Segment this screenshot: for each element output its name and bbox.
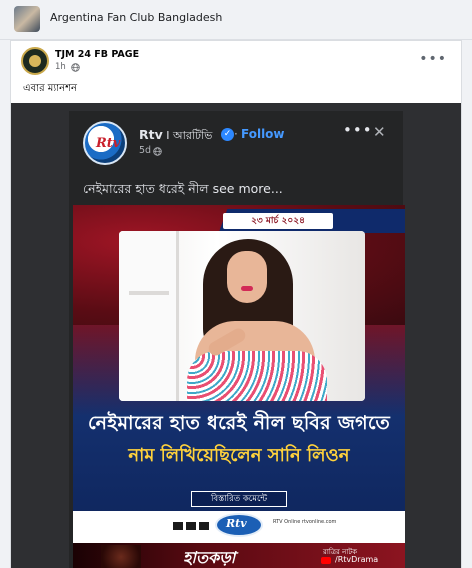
follow-button[interactable]: Follow <box>241 127 285 141</box>
portrait-face <box>227 251 267 303</box>
shared-more-options-icon[interactable]: ••• <box>343 123 373 138</box>
verified-badge-icon: ✓ <box>221 128 234 141</box>
news-graphic-image[interactable]: ২৩ মার্চ ২০২৪ নেইমারের হাত ধরেই নীল ছবির… <box>73 205 405 568</box>
follow-separator: · <box>234 127 238 141</box>
photo-window-bar <box>129 291 169 295</box>
date-badge: ২৩ মার্চ ২০২৪ <box>223 213 333 229</box>
app-store-badges <box>173 522 209 530</box>
rtv-footer-logo-text: Rtv <box>226 517 247 530</box>
details-in-comments-label: বিস্তারিত কমেন্টে <box>191 491 287 507</box>
headline-line-2: নাম লিখিয়েছিলেন সানি লিওন <box>128 445 350 466</box>
page-avatar[interactable] <box>21 47 49 75</box>
youtube-icon <box>321 557 331 564</box>
footer-website-text: RTV Online rtvonline.com <box>273 519 337 525</box>
group-thumbnail[interactable] <box>14 6 40 32</box>
photo-frame <box>119 231 365 401</box>
post-card: TJM 24 FB PAGE 1h ••• এবার ম্যানশন Rtv R… <box>10 40 462 568</box>
shared-page-name-main: Rtv <box>139 127 163 142</box>
close-icon[interactable]: ✕ <box>373 123 386 141</box>
portrait-dress <box>187 351 327 401</box>
post-author-name[interactable]: TJM 24 FB PAGE <box>55 49 139 60</box>
drama-ad-title: হাতকড়া <box>183 548 236 567</box>
shared-page-name[interactable]: Rtv I আরটিভি <box>139 127 212 146</box>
group-header: Argentina Fan Club Bangladesh <box>0 0 472 40</box>
group-name[interactable]: Argentina Fan Club Bangladesh <box>50 11 222 24</box>
globe-icon <box>71 63 80 72</box>
photo-window <box>119 231 179 401</box>
avatar-emblem <box>29 55 41 67</box>
post-text: এবার ম্যানশন <box>23 83 77 94</box>
headline-line-1: নেইমারের হাত ধরেই নীল ছবির জগতে <box>87 412 391 434</box>
shared-post-timestamp[interactable]: 5d <box>139 145 151 156</box>
drama-ad-handle: /RtvDrama <box>335 555 379 564</box>
portrait-lips <box>241 286 253 291</box>
shared-post-caption[interactable]: নেইমারের হাত ধরেই নীল see more... <box>83 181 283 201</box>
drama-ad-thumbnail <box>101 545 141 568</box>
shared-post-card[interactable]: Rtv Rtv I আরটিভি ✓ · Follow 5d ••• ✕ নেই… <box>69 111 405 568</box>
shared-post-area: Rtv Rtv I আরটিভি ✓ · Follow 5d ••• ✕ নেই… <box>11 103 461 568</box>
rtv-logo-avatar[interactable]: Rtv <box>83 121 127 165</box>
post-timestamp[interactable]: 1h <box>55 62 66 72</box>
more-options-icon[interactable]: ••• <box>419 52 447 66</box>
shared-page-name-bangla: I আরটিভি <box>162 129 213 142</box>
globe-icon <box>153 147 162 156</box>
rtv-logo-text: Rtv <box>96 136 121 151</box>
